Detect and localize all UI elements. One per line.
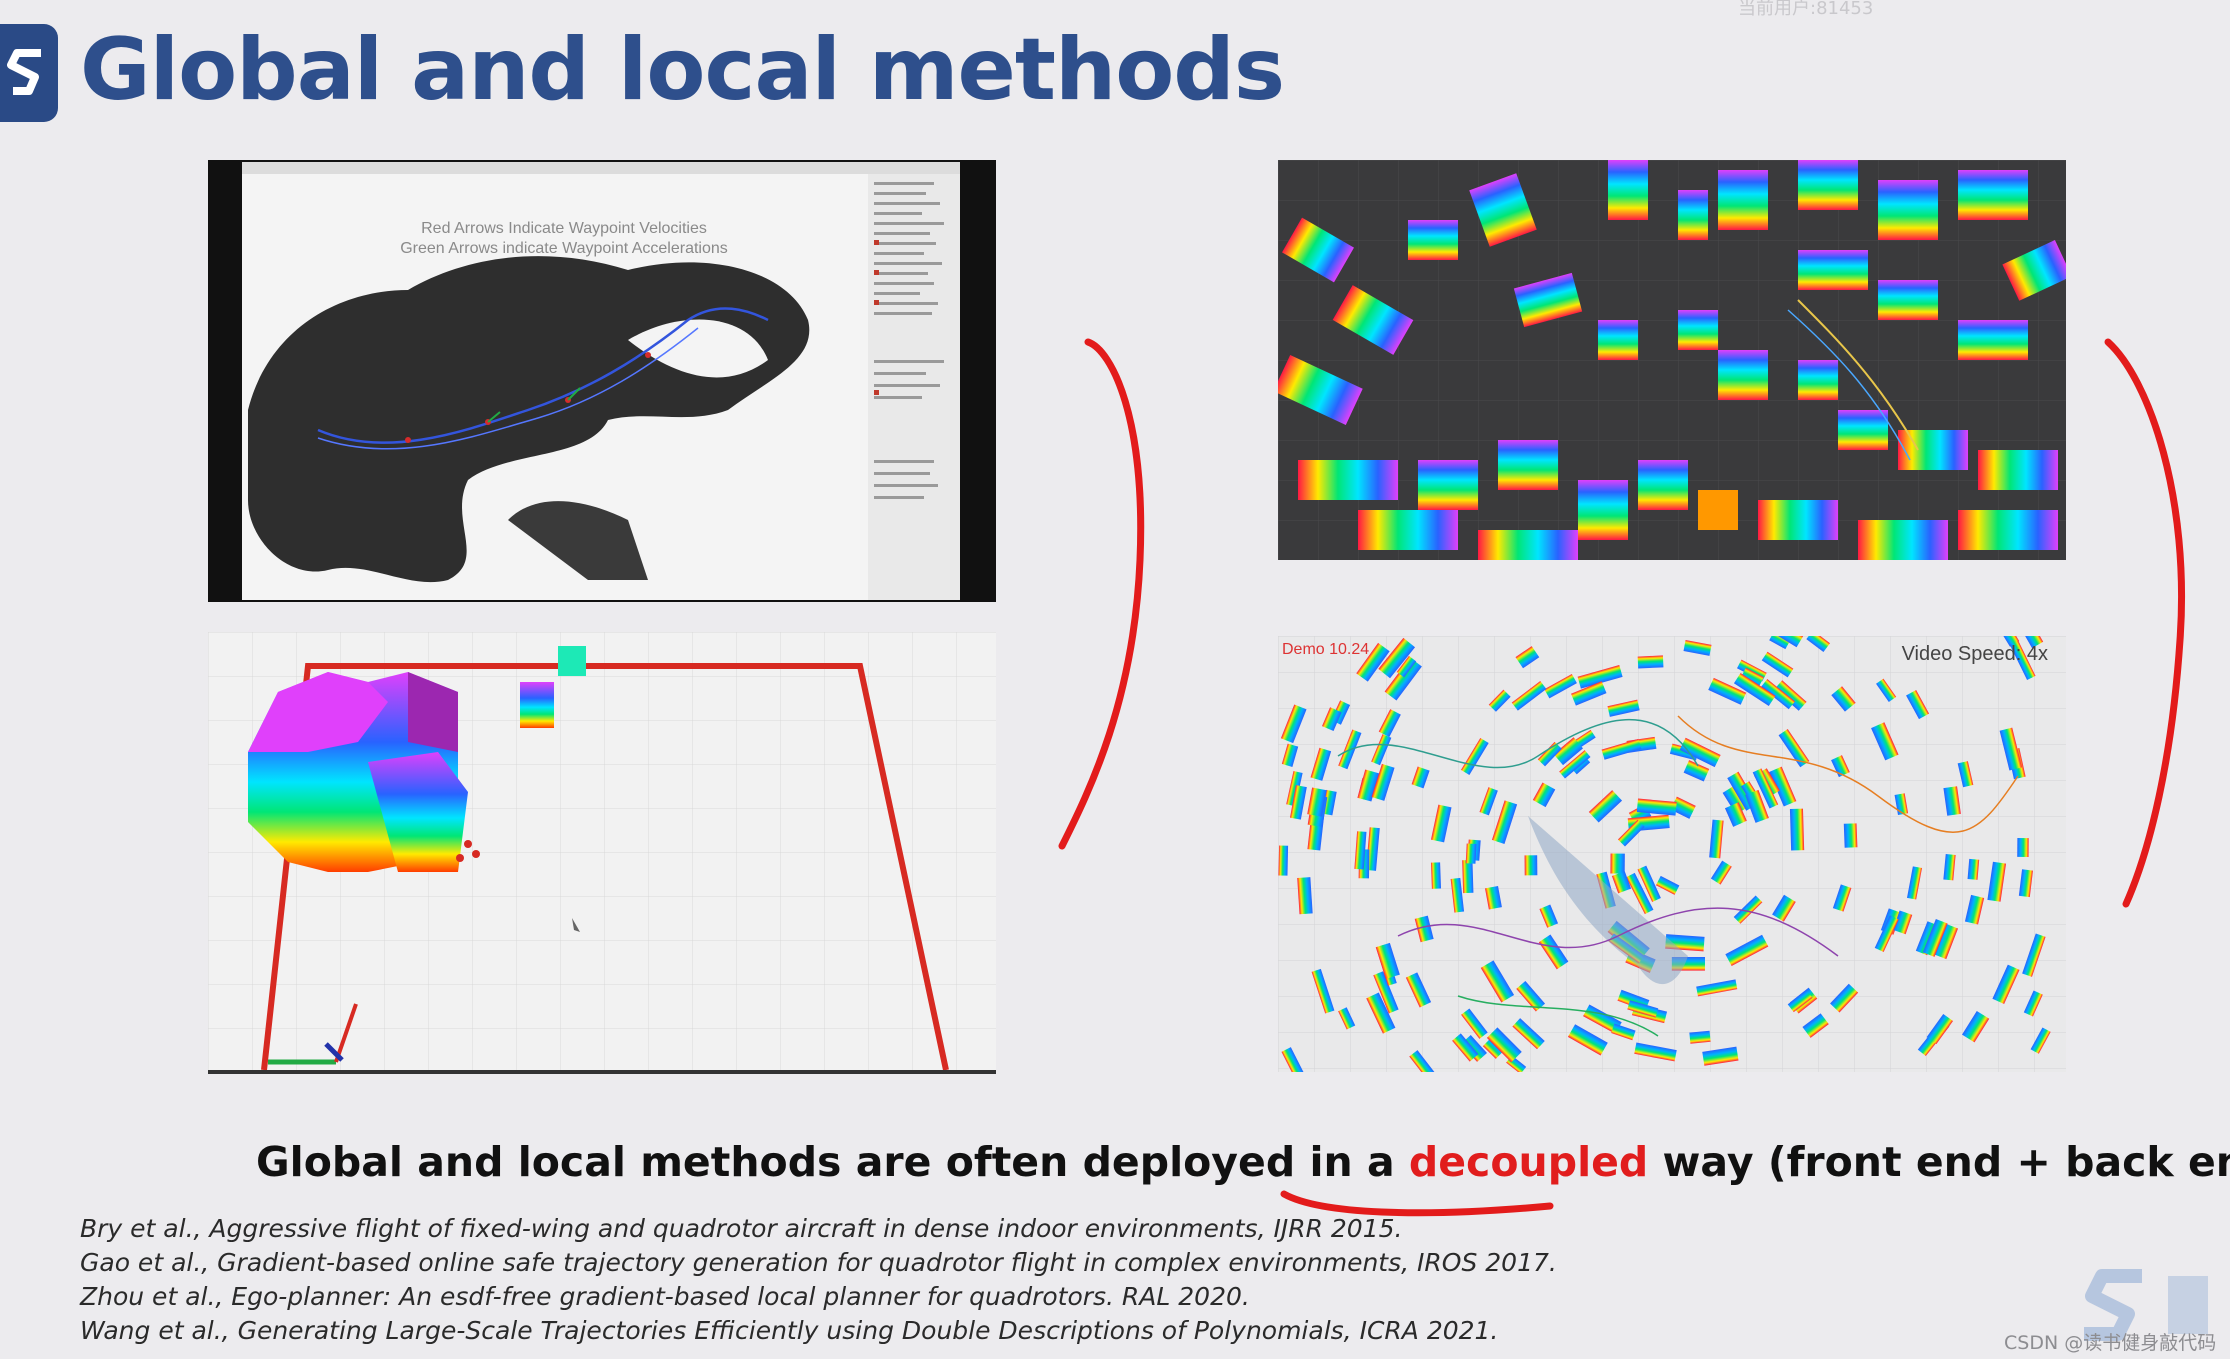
caption-highlight: decoupled: [1408, 1138, 1649, 1186]
references-list: Bry et al., Aggressive flight of fixed-w…: [80, 1212, 1580, 1348]
slide-caption: Global and local methods are often deplo…: [256, 1138, 2230, 1186]
right-bracket-annotation: [2104, 338, 2186, 908]
reference-item: Gao et al., Gradient-based online safe t…: [80, 1248, 1557, 1277]
caption-before: Global and local methods are often deplo…: [256, 1138, 1409, 1186]
csdn-watermark: CSDN @读书健身敲代码: [2004, 1332, 2217, 1354]
reference-item: Zhou et al., Ego-planner: An esdf-free g…: [80, 1282, 1250, 1311]
left-bracket-annotation: [1058, 338, 1145, 850]
caption-after: way (front end + back end).: [1662, 1138, 2230, 1186]
decoupled-underline-annotation: [1280, 1190, 1554, 1217]
reference-item: Bry et al., Aggressive flight of fixed-w…: [80, 1214, 1403, 1243]
reference-item: Wang et al., Generating Large-Scale Traj…: [80, 1316, 1499, 1345]
